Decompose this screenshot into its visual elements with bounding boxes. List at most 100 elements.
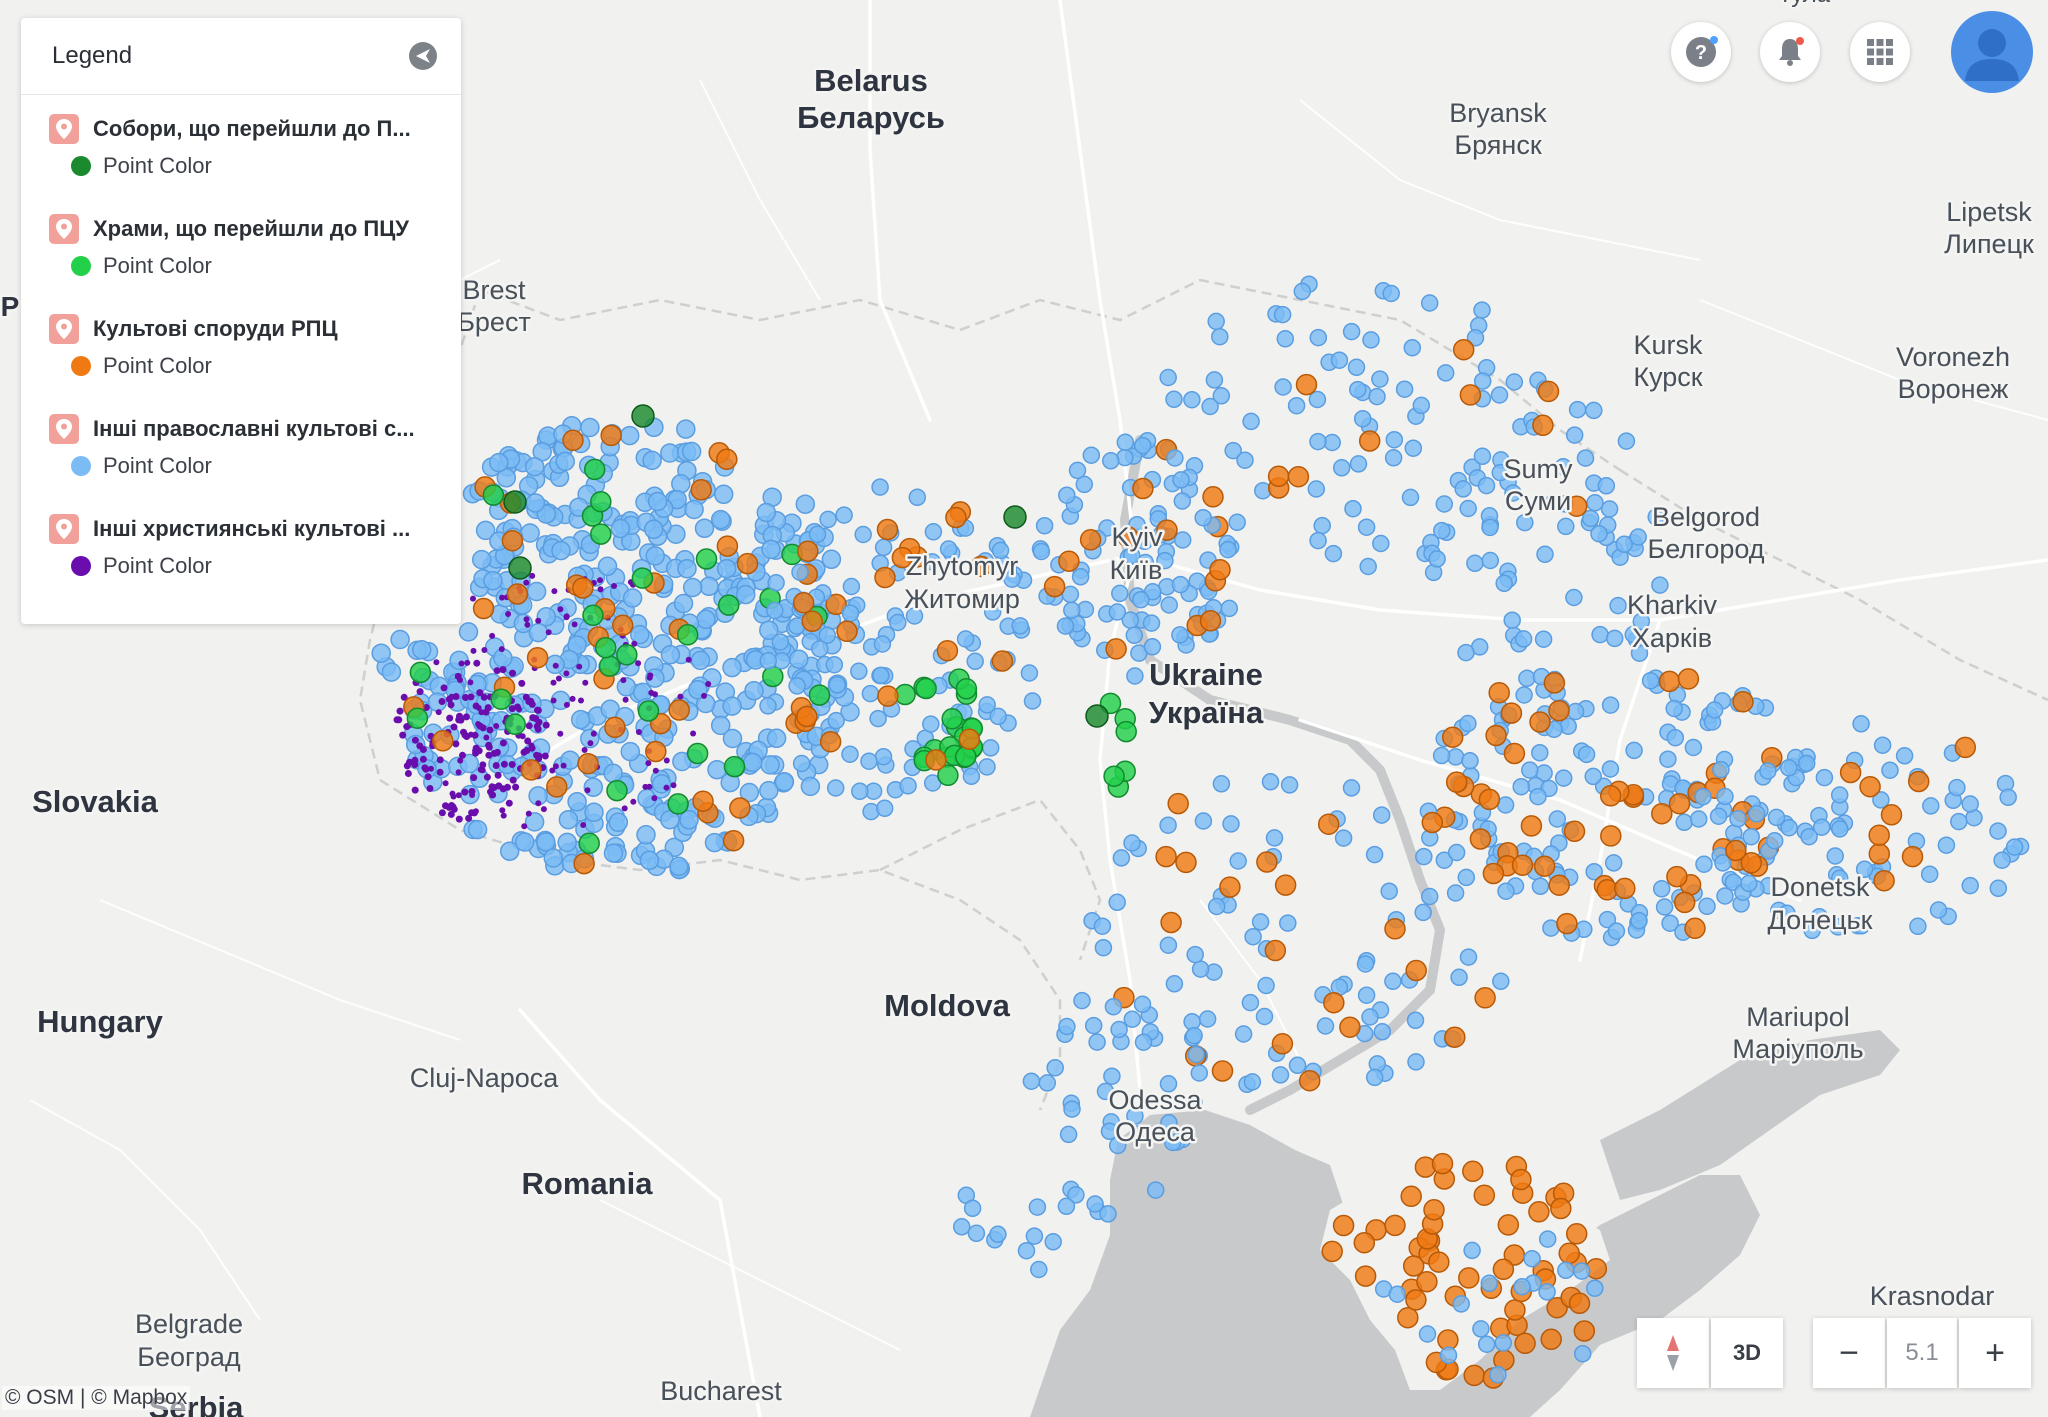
marker-other-orthodox[interactable] [1349,455,1368,473]
marker-other-orthodox[interactable] [1591,625,1609,644]
marker-other-christian[interactable] [445,803,453,811]
marker-other-orthodox[interactable] [963,1199,982,1218]
marker-rpc[interactable] [1907,770,1930,793]
marker-ocu-temple[interactable] [762,665,784,688]
marker-other-orthodox[interactable] [908,488,927,507]
marker-other-orthodox[interactable] [1412,396,1431,415]
marker-other-christian[interactable] [597,577,603,584]
marker-other-orthodox[interactable] [766,601,784,620]
marker-rpc[interactable] [1492,1258,1515,1281]
marker-rpc[interactable] [501,529,524,552]
marker-other-christian[interactable] [578,697,584,704]
marker-other-christian[interactable] [580,822,587,828]
marker-other-orthodox[interactable] [1382,284,1400,303]
marker-other-orthodox[interactable] [1102,452,1120,470]
marker-other-orthodox[interactable] [1361,1008,1379,1026]
marker-other-christian[interactable] [464,659,471,666]
marker-other-orthodox[interactable] [704,832,725,853]
marker-other-orthodox[interactable] [716,558,737,579]
marker-other-orthodox[interactable] [1950,812,1968,831]
marker-rpc[interactable] [991,650,1014,672]
marker-other-orthodox[interactable] [1605,629,1624,648]
marker-other-orthodox[interactable] [1414,903,1432,922]
marker-other-christian[interactable] [479,767,486,774]
marker-rpc[interactable] [1462,1160,1484,1183]
marker-other-orthodox[interactable] [1126,667,1144,685]
marker-other-christian[interactable] [396,707,404,715]
marker-other-orthodox[interactable] [1586,494,1604,512]
marker-rpc[interactable] [546,776,568,798]
marker-other-orthodox[interactable] [1961,876,1979,895]
marker-other-orthodox[interactable] [1056,617,1075,635]
marker-other-christian[interactable] [528,742,535,749]
marker-other-orthodox[interactable] [1655,898,1674,916]
marker-ocu-temple[interactable] [676,624,699,646]
marker-other-orthodox[interactable] [1273,305,1292,324]
marker-other-christian[interactable] [611,583,617,589]
marker-other-orthodox[interactable] [1094,938,1113,957]
marker-other-orthodox[interactable] [1601,696,1620,714]
marker-rpc[interactable] [1514,1332,1536,1355]
marker-other-orthodox[interactable] [1516,513,1534,532]
marker-other-orthodox[interactable] [1557,517,1575,536]
marker-rpc[interactable] [520,759,542,781]
marker-other-orthodox[interactable] [1309,432,1327,451]
marker-other-christian[interactable] [457,677,464,683]
marker-other-orthodox[interactable] [1159,936,1178,954]
marker-other-orthodox[interactable] [952,1218,971,1236]
marker-other-orthodox[interactable] [489,452,509,473]
marker-other-orthodox[interactable] [760,755,780,775]
toggle-3d-button[interactable]: 3D [1711,1318,1783,1388]
marker-other-christian[interactable] [478,709,485,716]
marker-other-orthodox[interactable] [1365,1068,1384,1087]
marker-other-christian[interactable] [498,646,505,653]
marker-other-orthodox[interactable] [1309,328,1328,347]
marker-other-orthodox[interactable] [1123,834,1141,852]
marker-other-christian[interactable] [584,787,591,794]
marker-other-orthodox[interactable] [1219,540,1237,559]
marker-other-orthodox[interactable] [583,777,604,797]
marker-other-orthodox[interactable] [1104,997,1123,1016]
marker-other-christian[interactable] [635,660,642,667]
marker-other-orthodox[interactable] [1459,499,1477,518]
marker-other-orthodox[interactable] [1447,843,1466,862]
marker-other-orthodox[interactable] [874,538,893,557]
marker-other-orthodox[interactable] [1356,955,1375,973]
marker-other-orthodox[interactable] [788,677,806,695]
marker-other-orthodox[interactable] [827,711,845,730]
marker-other-orthodox[interactable] [771,633,790,651]
marker-other-christian[interactable] [550,679,557,686]
marker-ocu-temple[interactable] [594,636,617,659]
marker-other-christian[interactable] [483,734,490,741]
marker-other-christian[interactable] [499,807,506,814]
marker-other-christian[interactable] [489,632,496,639]
marker-other-christian[interactable] [419,755,427,763]
marker-ocu-temple[interactable] [590,490,612,513]
marker-other-orthodox[interactable] [1212,775,1231,793]
marker-other-orthodox[interactable] [1521,761,1539,779]
marker-rpc[interactable] [1548,874,1570,896]
marker-other-orthodox[interactable] [570,709,591,730]
marker-other-orthodox[interactable] [1895,747,1914,765]
marker-other-orthodox[interactable] [722,657,742,678]
marker-other-orthodox[interactable] [1747,805,1766,823]
marker-other-christian[interactable] [508,761,516,768]
marker-other-orthodox[interactable] [514,832,535,852]
marker-other-orthodox[interactable] [1025,1227,1044,1245]
marker-other-christian[interactable] [647,672,654,679]
marker-other-orthodox[interactable] [707,759,727,780]
marker-rpc[interactable] [1533,855,1556,877]
marker-other-orthodox[interactable] [681,441,702,462]
marker-other-orthodox[interactable] [1418,1325,1437,1343]
marker-rpc[interactable] [1274,874,1297,896]
marker-other-orthodox[interactable] [1023,692,1042,710]
marker-other-orthodox[interactable] [1108,603,1127,621]
marker-other-orthodox[interactable] [1407,1053,1425,1071]
marker-other-orthodox[interactable] [1371,370,1389,388]
marker-other-christian[interactable] [520,748,528,756]
marker-other-christian[interactable] [582,679,589,686]
marker-rpc[interactable] [796,705,818,728]
marker-other-christian[interactable] [557,606,564,613]
marker-other-orthodox[interactable] [922,715,940,733]
marker-other-christian[interactable] [576,663,583,670]
